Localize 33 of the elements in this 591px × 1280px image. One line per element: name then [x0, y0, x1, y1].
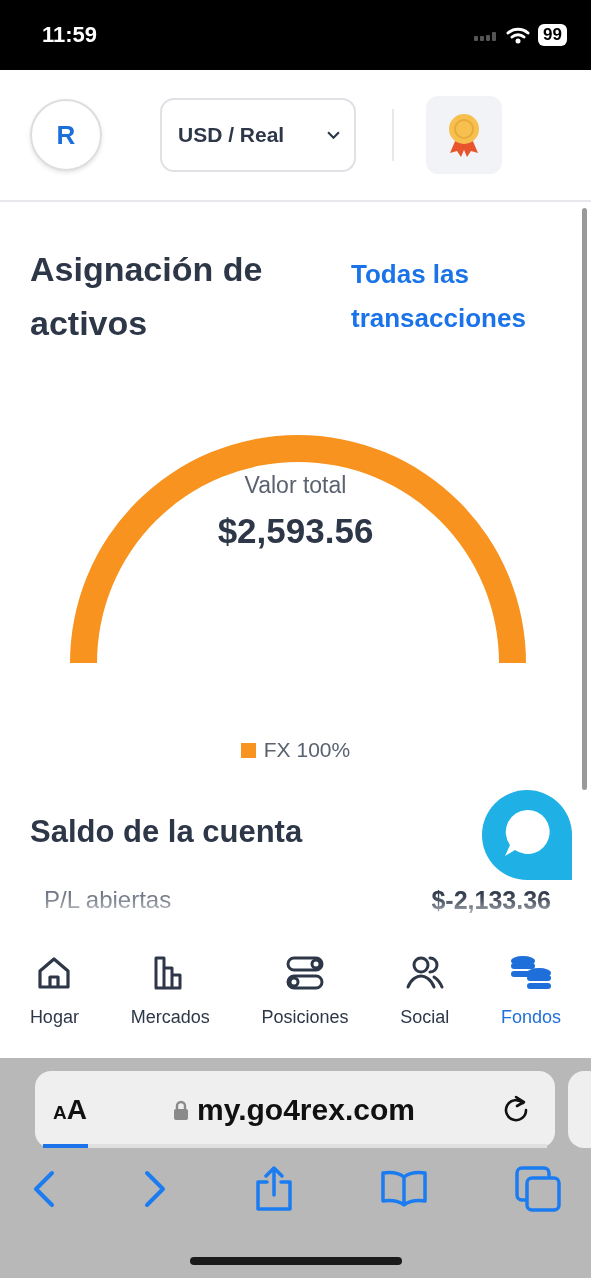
forward-icon[interactable]	[142, 1169, 167, 1209]
avatar[interactable]: R	[30, 99, 102, 171]
total-value: $2,593.56	[217, 511, 374, 551]
clock: 11:59	[42, 22, 98, 48]
wifi-icon	[506, 26, 531, 44]
row-value: $-2,133.36	[431, 886, 551, 915]
nav-tab[interactable]: Fondos	[501, 953, 562, 1028]
legend-label: FX 100%	[263, 738, 351, 762]
row-label: P/L abiertas	[44, 886, 172, 915]
battery-level: 99	[538, 24, 567, 46]
all-transactions-link[interactable]: Todas las transacciones	[351, 252, 561, 340]
address-bar[interactable]: AA my.go4rex.com	[35, 1071, 555, 1148]
url-text: my.go4rex.com	[197, 1092, 415, 1127]
award-button[interactable]	[426, 96, 502, 174]
account-select[interactable]: USD / Real	[160, 98, 356, 172]
signal-icon	[474, 29, 499, 41]
nav-tab[interactable]: Posiciones	[261, 953, 349, 1028]
chevron-down-icon	[327, 130, 340, 140]
total-label: Valor total	[244, 472, 347, 499]
section-title: Saldo de la cuenta	[30, 814, 304, 850]
back-icon[interactable]	[32, 1169, 56, 1209]
next-tab[interactable]	[568, 1071, 591, 1148]
text-size-button[interactable]: AA	[53, 1093, 87, 1126]
lock-icon	[173, 1098, 190, 1121]
scrollbar[interactable]	[582, 208, 587, 790]
nav-tab[interactable]: Social	[400, 953, 450, 1028]
chat-bubble-icon[interactable]	[482, 790, 572, 880]
tabs-icon[interactable]	[515, 1166, 561, 1212]
book-icon[interactable]	[380, 1169, 429, 1209]
section-title: Asignación de activos	[30, 249, 264, 344]
nav-tab[interactable]: Mercados	[130, 953, 210, 1028]
nav-tab[interactable]: Hogar	[29, 953, 79, 1028]
share-icon[interactable]	[253, 1166, 294, 1212]
